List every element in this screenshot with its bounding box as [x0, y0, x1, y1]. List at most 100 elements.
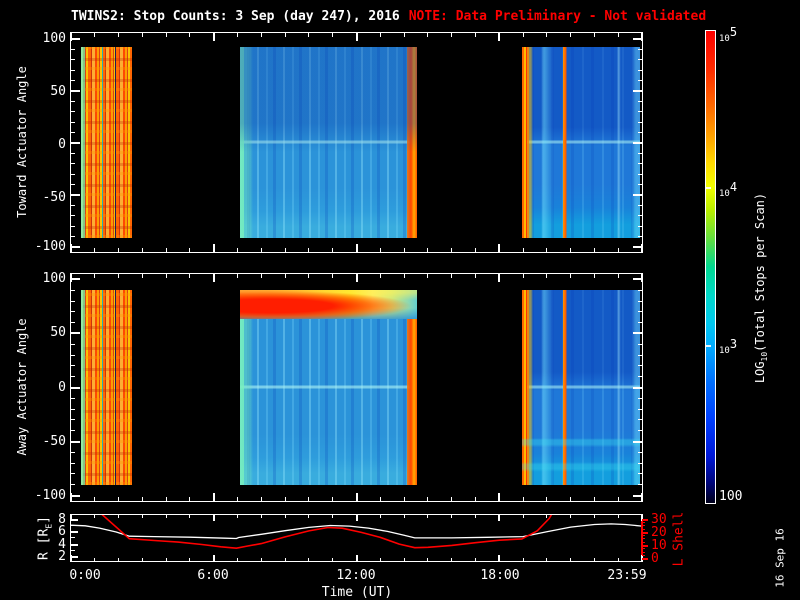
axis-tick [617, 274, 619, 278]
axis-tick [451, 515, 453, 518]
axis-tick [71, 451, 75, 453]
axis-tick [94, 274, 96, 278]
axis-tick [71, 494, 80, 497]
toward-segment-midday [240, 47, 417, 239]
axis-tick [638, 100, 642, 102]
axis-tick [332, 248, 334, 252]
axis-tick [71, 354, 75, 356]
away-ytick-100: 100 [42, 271, 66, 287]
axis-tick [355, 555, 358, 561]
axis-tick [474, 33, 476, 37]
axis-tick [546, 33, 548, 37]
toward-ytick-neg100: -100 [34, 238, 66, 254]
axis-tick [522, 558, 524, 561]
axis-tick [638, 484, 642, 486]
axis-tick [451, 497, 453, 501]
axis-tick [638, 163, 642, 165]
axis-tick [141, 515, 143, 518]
axis-tick [355, 33, 358, 41]
axis-tick [237, 497, 239, 501]
away-ytick-neg50: -50 [42, 433, 66, 449]
toward-segment-perigee [80, 47, 132, 239]
preliminary-data-warning: NOTE: Data Preliminary - Not validated [408, 9, 707, 24]
axis-tick [474, 497, 476, 501]
axis-tick [71, 225, 75, 227]
axis-tick [570, 515, 572, 518]
axis-tick [638, 408, 642, 410]
axis-tick [642, 541, 645, 543]
axis-tick [638, 343, 642, 345]
axis-tick [189, 497, 191, 501]
axis-tick [638, 322, 642, 324]
away-actuator-heatmap-panel: 100 50 0 -50 -100 [35, 272, 643, 502]
axis-tick [642, 538, 645, 540]
axis-tick [474, 558, 476, 561]
axis-tick [593, 274, 595, 278]
axis-tick [638, 184, 642, 186]
hot-emission-band [240, 290, 417, 319]
axis-tick [165, 274, 167, 278]
axis-tick [638, 121, 642, 123]
axis-tick [451, 33, 453, 37]
axis-tick [71, 132, 75, 134]
r-axis-label: R [RE] [36, 516, 54, 560]
axis-tick [212, 555, 215, 561]
axis-tick [451, 274, 453, 278]
toward-segment-evening [522, 47, 640, 239]
axis-tick [71, 376, 75, 378]
axis-tick [141, 248, 143, 252]
orbit-parameters-panel: 8 6 4 2 30 20 10 0 [58, 512, 666, 565]
axis-tick [474, 248, 476, 252]
axis-tick [141, 33, 143, 37]
axis-tick [141, 497, 143, 501]
colorbar-tick-100: 100 [719, 489, 743, 504]
axis-tick [522, 274, 524, 278]
axis-tick [71, 173, 75, 175]
axis-tick [332, 497, 334, 501]
axis-tick [284, 515, 286, 518]
axis-tick [71, 193, 80, 196]
axis-tick [638, 419, 642, 421]
axis-tick [403, 248, 405, 252]
axis-tick [593, 33, 595, 37]
axis-tick [284, 274, 286, 278]
axis-tick [71, 204, 75, 206]
axis-tick [71, 121, 75, 123]
axis-tick [71, 543, 78, 546]
axis-tick [118, 515, 120, 518]
toward-actuator-heatmap-panel: 100 50 0 -50 -100 [35, 31, 643, 253]
axis-tick [260, 497, 262, 501]
axis-tick [379, 515, 381, 518]
axis-tick [71, 111, 75, 113]
axis-tick [546, 497, 548, 501]
axis-tick [284, 497, 286, 501]
axis-tick [638, 132, 642, 134]
axis-tick [451, 558, 453, 561]
axis-tick [593, 248, 595, 252]
axis-tick [617, 33, 619, 37]
axis-tick [593, 558, 595, 561]
axis-tick [189, 515, 191, 518]
axis-tick [165, 248, 167, 252]
axis-tick [638, 236, 642, 238]
axis-tick [71, 473, 75, 475]
colorbar-tick-1e5: 105 [719, 25, 738, 44]
axis-tick [546, 248, 548, 252]
away-ytick-50: 50 [50, 325, 66, 341]
axis-tick [451, 248, 453, 252]
axis-tick [638, 397, 642, 399]
axis-tick [260, 274, 262, 278]
axis-tick [94, 515, 96, 518]
axis-tick [633, 332, 642, 335]
axis-tick [642, 544, 648, 547]
axis-tick [638, 365, 642, 367]
away-ytick-neg100: -100 [34, 487, 66, 503]
axis-tick [237, 515, 239, 518]
axis-tick [498, 33, 501, 41]
axis-tick [642, 522, 645, 524]
axis-tick [593, 497, 595, 501]
axis-tick [633, 440, 642, 443]
axis-tick [71, 245, 80, 248]
axis-tick [71, 80, 75, 82]
axis-tick [379, 558, 381, 561]
